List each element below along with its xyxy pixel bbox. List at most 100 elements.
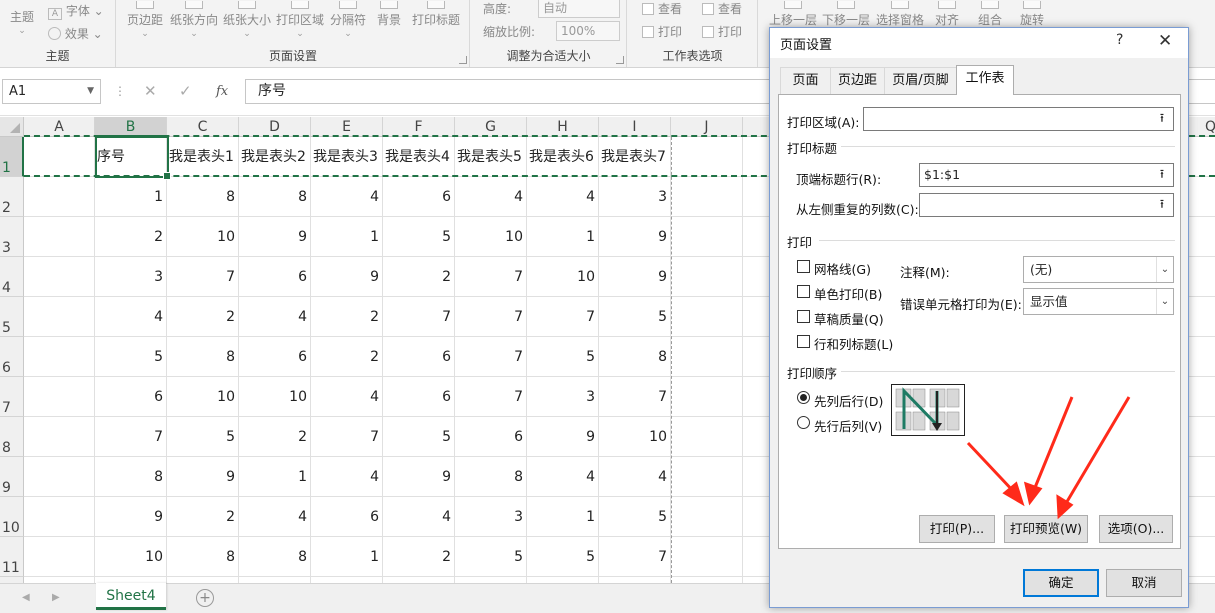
data-cell[interactable]: 10: [239, 377, 311, 417]
data-cell[interactable]: 3: [95, 257, 167, 297]
headings-view-checkbox[interactable]: 查看: [702, 0, 742, 17]
data-cell[interactable]: 6: [239, 337, 311, 377]
effects-button[interactable]: 效果 ⌄: [48, 25, 103, 42]
theme-button[interactable]: 主题 ⌄: [10, 8, 34, 37]
column-header-e[interactable]: E: [311, 117, 383, 137]
collapse-dialog-icon[interactable]: ⭱: [1153, 110, 1171, 128]
height-select[interactable]: 自动: [538, 0, 620, 18]
cell[interactable]: [671, 137, 743, 177]
down-then-over-radio[interactable]: [797, 391, 810, 404]
data-cell[interactable]: 7: [455, 377, 527, 417]
mono-label[interactable]: 单色打印(B): [814, 284, 882, 303]
page-setup-launcher-icon[interactable]: [459, 56, 467, 64]
data-cell[interactable]: 1: [527, 217, 599, 257]
data-cell[interactable]: 8: [167, 537, 239, 577]
data-cell[interactable]: 3: [527, 377, 599, 417]
data-cell[interactable]: 5: [95, 337, 167, 377]
cell[interactable]: [671, 377, 743, 417]
data-cell[interactable]: 7: [599, 377, 671, 417]
send-backward-button[interactable]: 下移一层: [822, 1, 870, 28]
cell[interactable]: [671, 417, 743, 457]
background-button[interactable]: 背景: [377, 1, 401, 28]
over-then-down-radio[interactable]: [797, 416, 810, 429]
row-header-5[interactable]: 5: [0, 297, 24, 337]
data-cell[interactable]: 9: [167, 457, 239, 497]
scale-launcher-icon[interactable]: [616, 56, 624, 64]
data-cell[interactable]: 5: [167, 417, 239, 457]
font-theme-button[interactable]: A 字体 ⌄: [48, 2, 104, 20]
data-cell[interactable]: 2: [239, 417, 311, 457]
row-header-8[interactable]: 8: [0, 417, 24, 457]
data-cell[interactable]: 8: [239, 177, 311, 217]
row-header-11[interactable]: 11: [0, 537, 24, 577]
data-cell[interactable]: 1: [311, 537, 383, 577]
cell[interactable]: [671, 217, 743, 257]
data-cell[interactable]: 9: [383, 457, 455, 497]
cancel-button[interactable]: 取消: [1106, 569, 1182, 597]
rotate-button[interactable]: 旋转: [1020, 1, 1044, 28]
dialog-titlebar[interactable]: 页面设置 ? ✕: [770, 28, 1188, 58]
cell[interactable]: [24, 457, 95, 497]
cell-errors-select[interactable]: 显示值 ⌄: [1023, 288, 1174, 315]
data-cell[interactable]: 4: [239, 297, 311, 337]
data-cell[interactable]: 5: [599, 297, 671, 337]
gridlines-print-checkbox[interactable]: 打印: [642, 23, 682, 40]
cell[interactable]: [671, 497, 743, 537]
row-header-9[interactable]: 9: [0, 457, 24, 497]
column-header-b[interactable]: B: [95, 117, 167, 137]
gridlines-label[interactable]: 网格线(G): [814, 259, 871, 278]
row-header-7[interactable]: 7: [0, 377, 24, 417]
insert-function-icon[interactable]: fx: [216, 79, 228, 104]
data-cell[interactable]: 7: [455, 337, 527, 377]
orientation-button[interactable]: 纸张方向 ⌄: [170, 1, 218, 40]
header-cell[interactable]: 我是表头3: [311, 137, 383, 177]
tab-page[interactable]: 页面: [780, 67, 831, 94]
data-cell[interactable]: 3: [599, 177, 671, 217]
print-area-input[interactable]: ⭱: [863, 107, 1174, 131]
cell[interactable]: [671, 297, 743, 337]
data-cell[interactable]: 9: [311, 257, 383, 297]
data-cell[interactable]: 10: [95, 537, 167, 577]
column-header-j[interactable]: J: [671, 117, 743, 137]
data-cell[interactable]: 4: [311, 377, 383, 417]
data-cell[interactable]: 6: [311, 497, 383, 537]
data-cell[interactable]: 1: [239, 457, 311, 497]
row-header-10[interactable]: 10: [0, 497, 24, 537]
cell[interactable]: [24, 337, 95, 377]
group-button[interactable]: 组合: [978, 1, 1002, 28]
gridlines-checkbox[interactable]: [797, 260, 810, 273]
data-cell[interactable]: 8: [455, 457, 527, 497]
header-cell[interactable]: 我是表头6: [527, 137, 599, 177]
down-then-over-label[interactable]: 先列后行(D): [814, 391, 883, 410]
mono-checkbox[interactable]: [797, 285, 810, 298]
data-cell[interactable]: 4: [239, 497, 311, 537]
comments-select[interactable]: (无) ⌄: [1023, 256, 1174, 283]
cols-to-repeat-input[interactable]: ⭱: [919, 193, 1174, 217]
help-icon[interactable]: ?: [1116, 32, 1123, 48]
data-cell[interactable]: 8: [95, 457, 167, 497]
data-cell[interactable]: 7: [311, 417, 383, 457]
cell[interactable]: [24, 377, 95, 417]
data-cell[interactable]: 7: [455, 257, 527, 297]
data-cell[interactable]: 5: [455, 537, 527, 577]
cell[interactable]: [24, 137, 95, 177]
add-sheet-icon[interactable]: +: [196, 589, 214, 607]
header-cell[interactable]: 我是表头7: [599, 137, 671, 177]
cancel-icon[interactable]: ✕: [144, 79, 157, 104]
cell[interactable]: [671, 537, 743, 577]
data-cell[interactable]: 6: [95, 377, 167, 417]
data-cell[interactable]: 8: [167, 337, 239, 377]
cell[interactable]: [671, 177, 743, 217]
enter-icon[interactable]: ✓: [179, 79, 192, 104]
data-cell[interactable]: 6: [383, 337, 455, 377]
row-header-4[interactable]: 4: [0, 257, 24, 297]
data-cell[interactable]: 7: [455, 297, 527, 337]
scroll-right-icon[interactable]: ▶: [52, 592, 60, 603]
data-cell[interactable]: 10: [167, 217, 239, 257]
cell[interactable]: [24, 537, 95, 577]
data-cell[interactable]: 8: [239, 537, 311, 577]
header-cell[interactable]: 我是表头1: [167, 137, 239, 177]
column-header-i[interactable]: I: [599, 117, 671, 137]
draft-checkbox[interactable]: [797, 310, 810, 323]
tab-sheet[interactable]: 工作表: [956, 65, 1014, 95]
